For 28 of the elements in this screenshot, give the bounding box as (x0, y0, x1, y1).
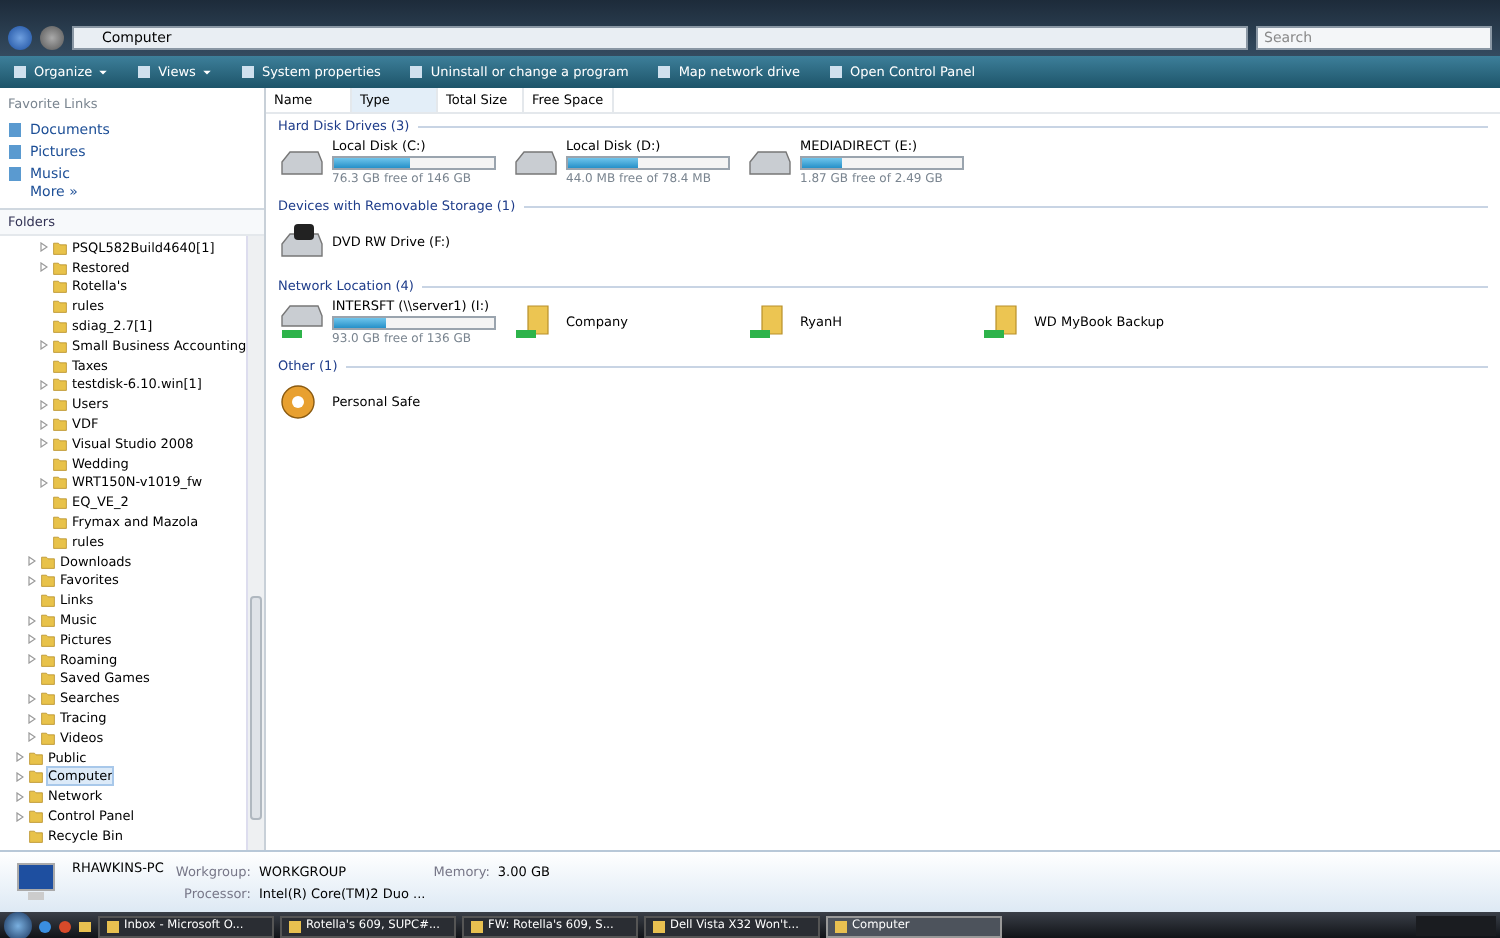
expand-arrow-icon[interactable] (28, 615, 36, 626)
expand-arrow-icon[interactable] (28, 693, 36, 704)
expand-arrow-icon[interactable] (16, 771, 24, 782)
expand-arrow-icon[interactable] (28, 732, 36, 743)
expand-arrow-icon[interactable] (16, 752, 24, 763)
expand-arrow-icon[interactable] (28, 634, 36, 645)
start-button[interactable] (4, 912, 32, 938)
expand-arrow-icon[interactable] (40, 477, 48, 488)
dvd-drive-icon (278, 222, 326, 262)
expand-arrow-icon[interactable] (16, 811, 24, 821)
back-button[interactable] (8, 26, 32, 50)
scrollbar-thumb[interactable] (250, 596, 262, 820)
mail-icon[interactable] (78, 919, 92, 933)
expand-arrow-icon[interactable] (16, 791, 24, 802)
expand-arrow-icon[interactable] (28, 556, 36, 567)
expand-arrow-icon[interactable] (40, 399, 48, 410)
expand-arrow-icon[interactable] (40, 438, 48, 449)
computer-icon (12, 860, 60, 904)
expand-arrow-icon[interactable] (28, 654, 36, 665)
expand-arrow-icon[interactable] (40, 242, 48, 253)
expand-arrow-icon[interactable] (40, 340, 48, 351)
expand-arrow-icon[interactable] (28, 575, 36, 586)
expand-arrow-icon[interactable] (28, 713, 36, 724)
network-drive-icon (278, 302, 326, 342)
expand-arrow-icon[interactable] (40, 262, 48, 273)
expand-arrow-icon[interactable] (40, 419, 48, 430)
expand-arrow-icon[interactable] (40, 379, 48, 390)
forward-button[interactable] (40, 26, 64, 50)
